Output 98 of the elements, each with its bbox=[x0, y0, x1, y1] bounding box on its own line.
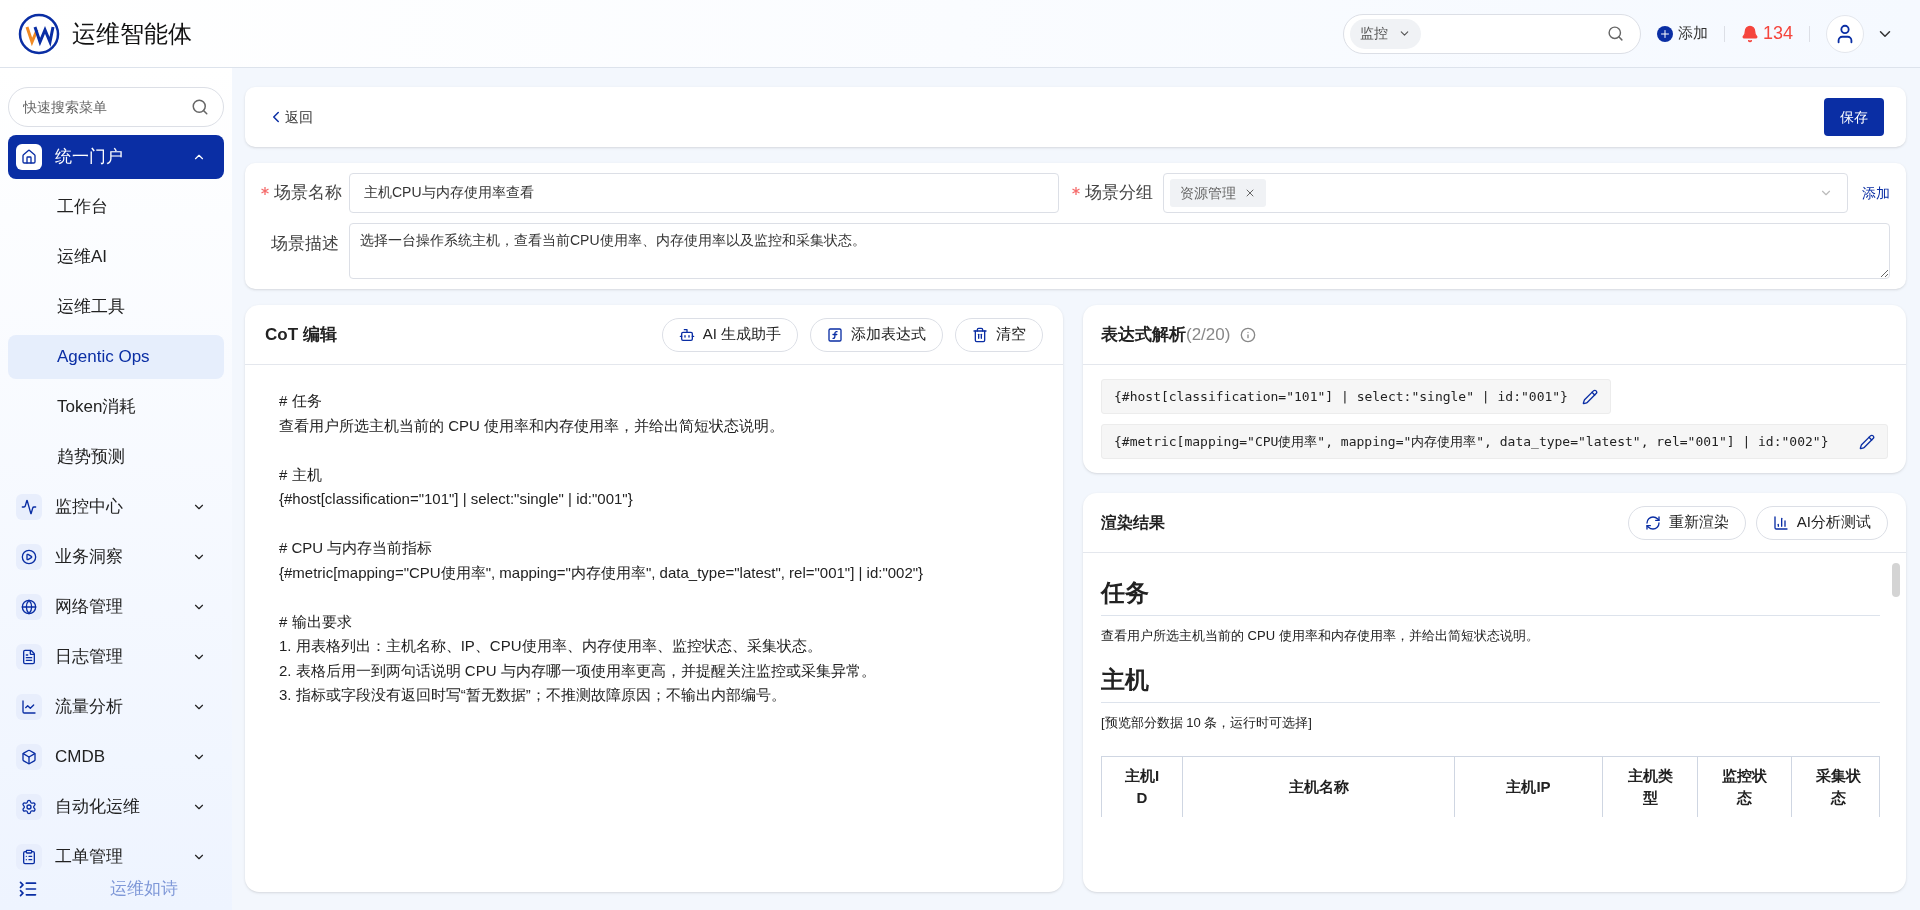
avatar-icon[interactable] bbox=[1826, 14, 1864, 53]
edit-icon[interactable] bbox=[1581, 388, 1598, 405]
table-header-cell: 主机类型 bbox=[1602, 757, 1697, 817]
robot-icon bbox=[678, 326, 695, 343]
group-tag: 资源管理 bbox=[1170, 179, 1266, 207]
play-icon bbox=[16, 544, 42, 570]
scene-description-field[interactable]: 选择一台操作系统主机，查看当前CPU使用率、内存使用率以及监控和采集状态。 bbox=[349, 223, 1890, 279]
clipboard-icon bbox=[16, 844, 42, 870]
pill-button[interactable]: 重新渲染 bbox=[1627, 505, 1746, 540]
pill-button[interactable]: AI分析测试 bbox=[1755, 505, 1888, 540]
menu-group-label: 流量分析 bbox=[55, 696, 124, 719]
trash-icon bbox=[972, 326, 988, 343]
menu-group[interactable]: 监控中心 bbox=[8, 485, 224, 529]
expression-text: {#metric[mapping="CPU使用率", mapping="内存使用率", data_type="latest", rel="001"] | id:"002"} bbox=[1114, 433, 1830, 451]
monitor-icon bbox=[16, 494, 42, 520]
field-label: 场景描述 bbox=[270, 233, 340, 255]
menu-group-label: 网络管理 bbox=[55, 596, 124, 619]
expression-text: {#host[classification="101"] | select:"single" | id:"001"} bbox=[1114, 388, 1568, 406]
rendered-heading: 主机 bbox=[1101, 661, 1880, 703]
menu-group[interactable]: 网络管理 bbox=[8, 585, 224, 629]
scene-group-select[interactable]: 资源管理 bbox=[1163, 173, 1848, 213]
pill-button[interactable]: AI 生成助手 bbox=[661, 317, 798, 352]
bar-chart-icon bbox=[1772, 514, 1789, 531]
menu-group-label: 统一门户 bbox=[55, 146, 124, 169]
search-icon bbox=[1606, 25, 1624, 42]
back-link[interactable]: 返回 bbox=[267, 106, 313, 128]
editor-line: # 输出要求 bbox=[279, 611, 353, 632]
function-icon bbox=[827, 326, 843, 343]
rendered-paragraph: [预览部分数据 10 条，运行时可选择] bbox=[1101, 713, 1313, 732]
bell-icon bbox=[1740, 24, 1759, 43]
gear-icon bbox=[16, 794, 42, 820]
menu-group[interactable]: CMDB bbox=[8, 735, 224, 779]
table-header-cell: 主机名称 bbox=[1182, 757, 1454, 817]
editor-line: # CPU 与内存当前指标 bbox=[279, 538, 434, 558]
line-chart-icon bbox=[16, 694, 42, 720]
menu-search-field[interactable]: 快速搜索菜单 bbox=[8, 87, 224, 127]
panel-title: CoT 编辑 bbox=[265, 323, 338, 346]
pill-button[interactable]: 添加表达式 bbox=[810, 317, 943, 352]
app-title: 运维智能体 bbox=[72, 18, 192, 49]
menu-item[interactable]: 工作台 bbox=[8, 185, 224, 229]
menu-group-label: 日志管理 bbox=[55, 646, 124, 669]
editor-line: 3. 指标或字段没有返回时写“暂无数据”；不推测故障原因；不输出内部编号。 bbox=[279, 685, 787, 705]
panel-title: 渲染结果 bbox=[1101, 512, 1166, 533]
editor-line: {#host[classification="101"] | select:"single" | id:"001"} bbox=[279, 489, 634, 509]
add-group-link[interactable]: 添加 bbox=[1862, 182, 1890, 204]
menu-item[interactable]: Agentic Ops bbox=[8, 335, 224, 379]
table-header-cell: 采集状态 bbox=[1791, 757, 1885, 817]
menu-group[interactable]: 日志管理 bbox=[8, 635, 224, 679]
expression-count: (2/20) bbox=[1186, 324, 1231, 344]
editor-line: 1. 用表格列出：主机名称、IP、CPU使用率、内存使用率、监控状态、采集状态。 bbox=[279, 636, 823, 656]
scene-name-field[interactable]: 主机CPU与内存使用率查看 bbox=[349, 173, 1059, 213]
menu-group[interactable]: 自动化运维 bbox=[8, 785, 224, 829]
scope-select[interactable]: 监控 bbox=[1349, 18, 1421, 49]
collapse-menu-icon[interactable] bbox=[18, 879, 38, 899]
menu-item[interactable]: 运维AI bbox=[8, 235, 224, 279]
menu-group-label: 工单管理 bbox=[55, 846, 124, 869]
menu-group[interactable]: 统一门户 bbox=[8, 135, 224, 179]
menu-group-label: 业务洞察 bbox=[55, 546, 124, 569]
menu-group-label: CMDB bbox=[55, 746, 107, 769]
rendered-heading: 任务 bbox=[1101, 575, 1880, 616]
menu-group[interactable]: 业务洞察 bbox=[8, 535, 224, 579]
editor-line: 查看用户所选主机当前的 CPU 使用率和内存使用率，并给出简短状态说明。 bbox=[279, 415, 785, 436]
menu-group[interactable]: 流量分析 bbox=[8, 685, 224, 729]
house-icon bbox=[16, 144, 42, 170]
close-icon[interactable] bbox=[1244, 187, 1256, 199]
refresh-icon bbox=[1644, 514, 1661, 531]
menu-group-label: 自动化运维 bbox=[55, 796, 141, 819]
info-icon[interactable] bbox=[1240, 326, 1257, 343]
menu-search-input[interactable]: 快速搜索菜单 bbox=[23, 96, 163, 118]
menu-item[interactable]: 运维工具 bbox=[8, 285, 224, 329]
menu-item[interactable]: Token消耗 bbox=[8, 385, 224, 429]
search-icon bbox=[191, 98, 209, 116]
plus-icon bbox=[1656, 25, 1673, 42]
rendered-paragraph: 查看用户所选主机当前的 CPU 使用率和内存使用率，并给出简短状态说明。 bbox=[1101, 627, 1540, 645]
edit-icon[interactable] bbox=[1859, 433, 1875, 450]
menu-group[interactable]: 工单管理 bbox=[8, 835, 224, 874]
menu-group-label: 监控中心 bbox=[55, 496, 124, 519]
editor-line: {#metric[mapping="CPU使用率", mapping="内存使用率", data_type="latest", rel="001"] | id:"002"} bbox=[279, 562, 925, 583]
menu-item[interactable]: 趋势预测 bbox=[8, 435, 224, 479]
global-search-field[interactable]: 监控 bbox=[1342, 13, 1641, 54]
pill-button[interactable]: 清空 bbox=[955, 317, 1043, 352]
save-button[interactable]: 保存 bbox=[1824, 98, 1884, 136]
panel-title: 表达式解析 bbox=[1101, 324, 1186, 344]
table-header-cell: 监控状态 bbox=[1697, 757, 1791, 817]
editor-line: 2. 表格后用一到两句话说明 CPU 与内存哪一项使用率更高，并提醒关注监控或采集异常。 bbox=[279, 660, 877, 681]
table-header-cell: 主机IP bbox=[1454, 757, 1602, 817]
cube-icon bbox=[16, 744, 42, 770]
add-button[interactable]: 添加 bbox=[1656, 22, 1708, 45]
globe-icon bbox=[16, 594, 42, 620]
editor-line: # 任务 bbox=[279, 391, 323, 411]
table-header-cell-text: 主机ID bbox=[1123, 766, 1161, 808]
scrollbar-thumb[interactable] bbox=[1892, 563, 1900, 597]
sidebar-slogan: 运维如诗 bbox=[110, 878, 178, 901]
field-label: 场景名称 bbox=[261, 180, 349, 206]
document-icon bbox=[16, 644, 42, 670]
logo-icon bbox=[18, 12, 60, 55]
editor-line: # 主机 bbox=[279, 464, 323, 485]
field-label: 场景分组 bbox=[1059, 180, 1163, 206]
